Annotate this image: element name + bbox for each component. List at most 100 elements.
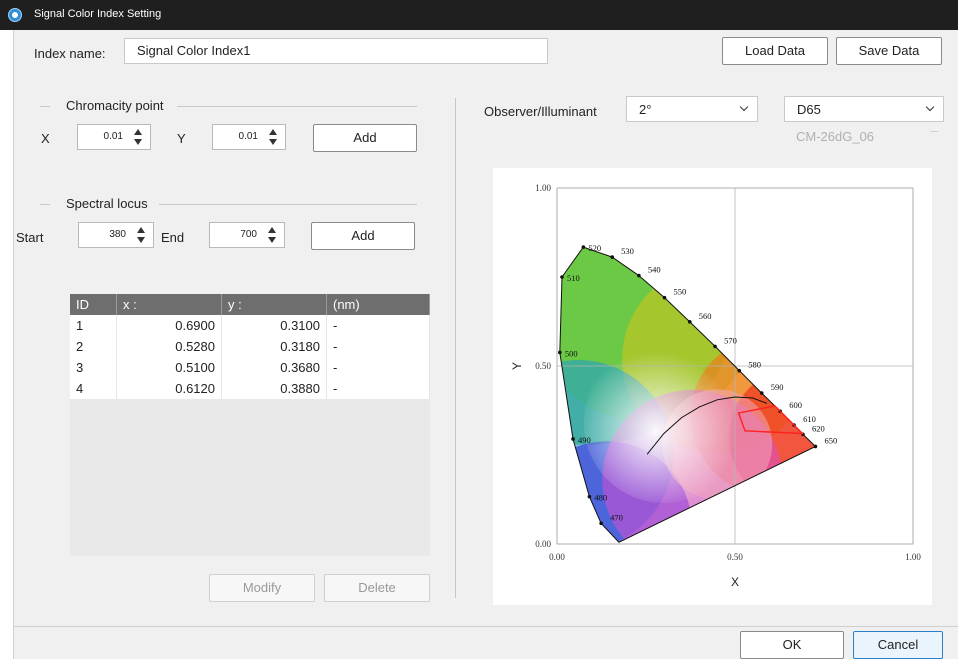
- cell-x: 0.5280: [116, 336, 222, 357]
- points-table: ID x : y : (nm) 1 0.6900 0.3100 - 2 0.52…: [70, 294, 430, 399]
- instrument-select: CM-26dG_06: [784, 124, 944, 148]
- panel-separator: [455, 98, 456, 598]
- cell-nm: -: [326, 336, 430, 357]
- white-point-glow: [583, 342, 744, 503]
- locus-point: [813, 444, 818, 449]
- end-value: 700: [240, 229, 257, 240]
- cell-nm: -: [326, 378, 430, 399]
- locus-point: [610, 255, 614, 259]
- end-label: End: [161, 230, 185, 245]
- table-row[interactable]: 3 0.5100 0.3680 -: [70, 357, 430, 378]
- chevron-down-icon: [925, 102, 935, 112]
- wavelength-label: 620: [812, 423, 825, 433]
- x-value: 0.01: [103, 131, 123, 142]
- group-line: [177, 106, 417, 107]
- add-locus-button[interactable]: Add: [311, 222, 415, 250]
- locus-point: [737, 368, 742, 373]
- wavelength-label: 470: [610, 512, 623, 522]
- y-axis-label: Y: [510, 362, 524, 370]
- x-tick-label: 0.00: [549, 552, 565, 562]
- load-data-button[interactable]: Load Data: [722, 37, 828, 65]
- group-line: [159, 204, 417, 205]
- x-spinbox[interactable]: 0.01: [77, 124, 151, 150]
- cell-nm: -: [326, 357, 430, 378]
- app-icon: [8, 8, 22, 22]
- wavelength-label: 560: [699, 311, 712, 321]
- cell-y: 0.3180: [221, 336, 327, 357]
- start-label: Start: [16, 230, 44, 245]
- y-label: Y: [177, 131, 186, 146]
- end-spinbox[interactable]: 700: [209, 222, 285, 248]
- locus-point: [637, 273, 641, 278]
- table-header-row: ID x : y : (nm): [70, 294, 430, 315]
- footer-divider: [14, 626, 958, 627]
- group-line: [40, 204, 50, 205]
- cell-x: 0.5100: [116, 357, 222, 378]
- table-row[interactable]: 2 0.5280 0.3180 -: [70, 336, 430, 357]
- start-spinbox[interactable]: 380: [78, 222, 154, 248]
- window-title: Signal Color Index Setting: [34, 8, 162, 20]
- spin-arrows-icon[interactable]: [133, 128, 143, 146]
- locus-point: [713, 344, 717, 349]
- spin-arrows-icon[interactable]: [267, 226, 277, 244]
- x-tick-label: 1.00: [905, 552, 921, 562]
- illuminant-select[interactable]: D65: [784, 96, 944, 122]
- cell-nm: -: [326, 315, 430, 336]
- cell-id: 3: [70, 357, 117, 378]
- locus-point: [687, 320, 692, 324]
- chromaticity-group-title: Chromacity point: [66, 98, 164, 113]
- modify-button[interactable]: Modify: [209, 574, 315, 602]
- y-tick-label: 0.50: [535, 361, 551, 371]
- wavelength-label: 540: [648, 265, 661, 275]
- wavelength-label: 650: [824, 435, 837, 445]
- spin-arrows-icon[interactable]: [268, 128, 278, 146]
- cell-id: 2: [70, 336, 117, 357]
- locus-point: [587, 494, 592, 499]
- spin-arrows-icon[interactable]: [136, 226, 146, 244]
- x-tick-label: 0.50: [727, 552, 743, 562]
- cell-y: 0.3880: [221, 378, 327, 399]
- instrument-value: CM-26dG_06: [796, 129, 875, 144]
- wavelength-label: 600: [789, 400, 802, 410]
- y-tick-label: 1.00: [535, 183, 551, 193]
- column-header[interactable]: x :: [116, 294, 222, 315]
- chevron-down-icon: [930, 131, 938, 132]
- observer-angle-value: 2°: [639, 102, 652, 117]
- cell-x: 0.6120: [116, 378, 222, 399]
- gamut-fill: [559, 247, 816, 543]
- column-header[interactable]: (nm): [326, 294, 430, 315]
- locus-point: [571, 437, 575, 441]
- column-header[interactable]: y :: [221, 294, 327, 315]
- y-spinbox[interactable]: 0.01: [212, 124, 286, 150]
- index-name-label: Index name:: [34, 46, 106, 61]
- locus-point: [581, 245, 586, 249]
- table-row[interactable]: 4 0.6120 0.3880 -: [70, 378, 430, 399]
- wavelength-label: 480: [594, 493, 607, 503]
- chromaticity-chart-panel: 0.00 0.00 0.50 0.50 1.00 1.00 X Y 470 480 490 500 5…: [493, 168, 932, 605]
- wavelength-label: 530: [621, 246, 634, 256]
- save-data-button[interactable]: Save Data: [836, 37, 942, 65]
- index-name-input[interactable]: Signal Color Index1: [124, 38, 548, 64]
- wavelength-label: 570: [724, 335, 737, 345]
- cancel-button[interactable]: Cancel: [853, 631, 943, 659]
- wavelength-label: 510: [567, 273, 580, 283]
- observer-angle-select[interactable]: 2°: [626, 96, 758, 122]
- wavelength-label: 500: [565, 348, 578, 358]
- observer-label: Observer/Illuminant: [484, 104, 597, 119]
- wavelength-label: 490: [578, 435, 591, 445]
- group-line: [40, 106, 50, 107]
- locus-point: [560, 275, 564, 279]
- table-row[interactable]: 1 0.6900 0.3100 -: [70, 315, 430, 336]
- cell-id: 4: [70, 378, 117, 399]
- delete-button[interactable]: Delete: [324, 574, 430, 602]
- wavelength-label: 520: [588, 243, 601, 253]
- add-point-button[interactable]: Add: [313, 124, 417, 152]
- ok-button[interactable]: OK: [740, 631, 844, 659]
- wavelength-label: 550: [674, 287, 687, 297]
- chromaticity-chart: 0.00 0.00 0.50 0.50 1.00 1.00 X Y 470480 490 500 5…: [510, 183, 921, 589]
- locus-point: [558, 350, 562, 355]
- title-bar: Signal Color Index Setting: [0, 0, 958, 30]
- illuminant-value: D65: [797, 102, 821, 117]
- column-header[interactable]: ID: [70, 294, 117, 315]
- cell-y: 0.3100: [221, 315, 327, 336]
